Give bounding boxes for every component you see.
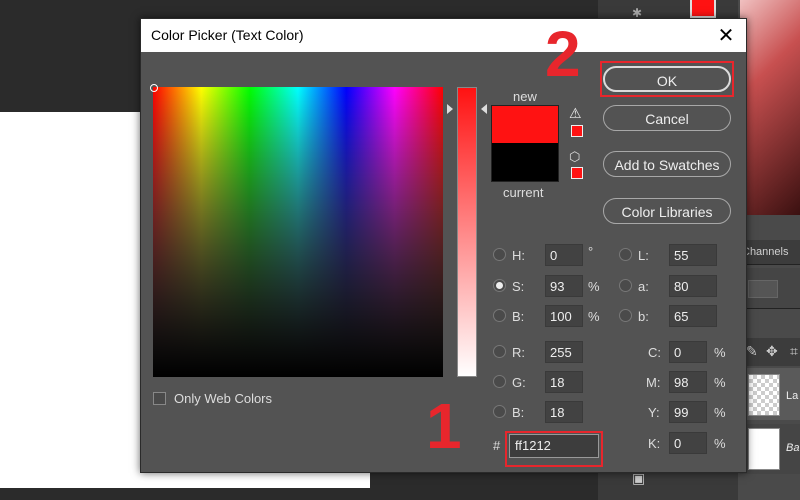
crop-icon[interactable]: ⌗ bbox=[790, 343, 798, 360]
radio-blue[interactable] bbox=[493, 405, 506, 418]
label-h: H: bbox=[512, 248, 525, 263]
input-r[interactable]: 255 bbox=[545, 341, 583, 363]
input-y[interactable]: 99 bbox=[669, 401, 707, 423]
unit-s: % bbox=[588, 279, 600, 294]
new-color-label: new bbox=[513, 89, 537, 104]
unit-h: ° bbox=[588, 244, 594, 259]
slider-handle-left-icon[interactable] bbox=[447, 104, 453, 114]
input-l[interactable]: 55 bbox=[669, 244, 717, 266]
color-field[interactable] bbox=[153, 87, 443, 377]
dialog-title: Color Picker (Text Color) bbox=[151, 27, 304, 43]
layers-filter-select[interactable] bbox=[748, 280, 778, 298]
color-libraries-button[interactable]: Color Libraries bbox=[603, 198, 731, 224]
label-brightness: B: bbox=[512, 309, 525, 324]
dialog-titlebar[interactable]: Color Picker (Text Color) ✕ bbox=[141, 19, 746, 52]
input-brightness[interactable]: 100 bbox=[545, 305, 583, 327]
input-s[interactable]: 93 bbox=[545, 275, 583, 297]
label-lab-b: b: bbox=[638, 309, 649, 324]
hex-highlight-box bbox=[505, 431, 603, 467]
layer-thumbnail bbox=[748, 374, 780, 416]
current-color-label: current bbox=[503, 185, 544, 200]
radio-brightness[interactable] bbox=[493, 309, 506, 322]
layer-thumbnail bbox=[748, 428, 780, 470]
only-web-colors-checkbox[interactable] bbox=[153, 392, 166, 405]
channels-tab-label: Channels bbox=[742, 246, 789, 258]
label-a: a: bbox=[638, 279, 649, 294]
radio-s[interactable] bbox=[493, 279, 506, 292]
foreground-swatch[interactable] bbox=[690, 0, 716, 18]
unit-k: % bbox=[714, 436, 726, 451]
move-icon[interactable]: ✥ bbox=[766, 343, 778, 360]
new-color-swatch bbox=[491, 105, 559, 144]
unit-brightness: % bbox=[588, 309, 600, 324]
unit-m: % bbox=[714, 375, 726, 390]
brush-icon[interactable]: ✎ bbox=[746, 343, 758, 360]
input-a[interactable]: 80 bbox=[669, 275, 717, 297]
layer-name: La bbox=[786, 390, 799, 402]
step-2-annotation: 2 bbox=[545, 18, 581, 90]
warning-icon[interactable]: ⚠ bbox=[569, 105, 582, 122]
input-m[interactable]: 98 bbox=[669, 371, 707, 393]
label-m: M: bbox=[646, 375, 661, 390]
layer-name: Ba bbox=[786, 442, 800, 454]
radio-r[interactable] bbox=[493, 345, 506, 358]
only-web-colors-label: Only Web Colors bbox=[174, 391, 273, 406]
gamut-warning-swatch[interactable] bbox=[571, 125, 583, 137]
hex-label: # bbox=[493, 438, 501, 453]
radio-h[interactable] bbox=[493, 248, 506, 261]
label-c: C: bbox=[648, 345, 661, 360]
input-blue[interactable]: 18 bbox=[545, 401, 583, 423]
color-field-cursor[interactable] bbox=[150, 84, 158, 92]
label-g: G: bbox=[512, 375, 526, 390]
current-color-swatch[interactable] bbox=[491, 143, 559, 182]
radio-lab-b[interactable] bbox=[619, 309, 632, 322]
cancel-button[interactable]: Cancel bbox=[603, 105, 731, 131]
add-to-swatches-button[interactable]: Add to Swatches bbox=[603, 151, 731, 177]
input-h[interactable]: 0 bbox=[545, 244, 583, 266]
radio-a[interactable] bbox=[619, 279, 632, 292]
input-c[interactable]: 0 bbox=[669, 341, 707, 363]
step-1-annotation: 1 bbox=[426, 390, 462, 462]
radio-l[interactable] bbox=[619, 248, 632, 261]
unit-y: % bbox=[714, 405, 726, 420]
web-safe-swatch[interactable] bbox=[571, 167, 583, 179]
label-l: L: bbox=[638, 248, 649, 263]
layers-lock-tools: ✎ ✥ ⌗ bbox=[740, 338, 800, 366]
channels-tab[interactable]: Channels bbox=[740, 240, 800, 265]
label-y: Y: bbox=[648, 405, 660, 420]
label-blue: B: bbox=[512, 405, 525, 420]
unit-c: % bbox=[714, 345, 726, 360]
close-icon[interactable]: ✕ bbox=[713, 23, 739, 49]
color-panel-gradient bbox=[740, 0, 800, 215]
ok-highlight-box bbox=[600, 61, 734, 97]
slider-handle-right-icon[interactable] bbox=[481, 104, 487, 114]
label-s: S: bbox=[512, 279, 525, 294]
hue-slider[interactable] bbox=[457, 87, 477, 377]
input-lab-b[interactable]: 65 bbox=[669, 305, 717, 327]
label-k: K: bbox=[648, 436, 661, 451]
label-r: R: bbox=[512, 345, 525, 360]
cube-icon[interactable]: ⬡ bbox=[569, 149, 580, 165]
radio-g[interactable] bbox=[493, 375, 506, 388]
input-g[interactable]: 18 bbox=[545, 371, 583, 393]
input-k[interactable]: 0 bbox=[669, 432, 707, 454]
